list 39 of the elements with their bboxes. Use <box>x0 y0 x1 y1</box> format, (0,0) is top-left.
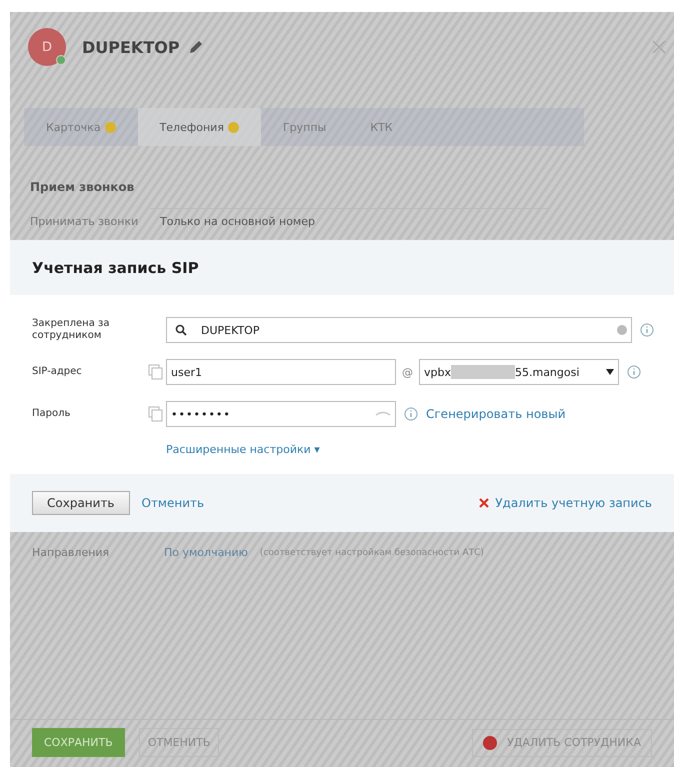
save-employee-button[interactable]: СОХРАНИТЬ <box>32 728 125 757</box>
field-label: SIP-адрес <box>32 366 83 378</box>
employee-name: DUPEKTOP <box>82 38 180 56</box>
info-icon[interactable] <box>640 323 654 337</box>
clear-icon[interactable] <box>617 325 627 335</box>
select-field[interactable]: Только на основной номер <box>150 208 550 234</box>
delete-account-link[interactable]: Удалить учетную запись <box>495 496 652 510</box>
field-label: Пароль <box>32 408 72 420</box>
avatar: D <box>28 28 66 66</box>
caret-icon <box>606 369 614 375</box>
search-field[interactable]: DUPEKTOP <box>166 317 632 343</box>
cancel-link[interactable]: Отменить <box>142 496 204 510</box>
section-title: Прием звонков <box>30 180 136 194</box>
field-label: Направления <box>32 546 110 559</box>
password-field[interactable]: •••••••• <box>166 401 396 427</box>
delete-icon <box>483 736 498 750</box>
field-label: Закреплена за сотрудником <box>32 318 110 342</box>
search-icon <box>175 324 187 336</box>
tab[interactable]: КТК <box>348 108 415 146</box>
save-button[interactable]: Сохранить <box>32 491 130 515</box>
at-sign: @ <box>402 366 413 378</box>
input-field[interactable]: user1 <box>166 359 396 385</box>
close-icon[interactable] <box>652 40 666 54</box>
dialog-title: Учетная запись SIP <box>32 258 199 276</box>
delete-icon <box>479 498 490 508</box>
domain-select[interactable]: vpbx 55.mangosi <box>419 359 619 385</box>
tab[interactable]: Телефония <box>138 108 261 146</box>
directions-note: (соответствует настройкам безопасности АТС) <box>260 548 484 558</box>
tab[interactable]: Группы <box>260 108 348 146</box>
advanced-settings-link[interactable]: Расширенные настройки ▾ <box>166 443 674 456</box>
generate-link[interactable]: Сгенерировать новый <box>426 407 566 421</box>
copy-icon[interactable] <box>148 364 164 380</box>
info-icon[interactable] <box>627 365 641 379</box>
directions-link[interactable]: По умолчанию <box>164 546 248 559</box>
copy-icon[interactable] <box>148 406 164 422</box>
tab[interactable]: Карточка <box>24 108 138 146</box>
pencil-icon[interactable] <box>188 39 204 55</box>
field-label: Принимать звонки <box>30 214 140 228</box>
info-icon[interactable] <box>404 407 418 421</box>
